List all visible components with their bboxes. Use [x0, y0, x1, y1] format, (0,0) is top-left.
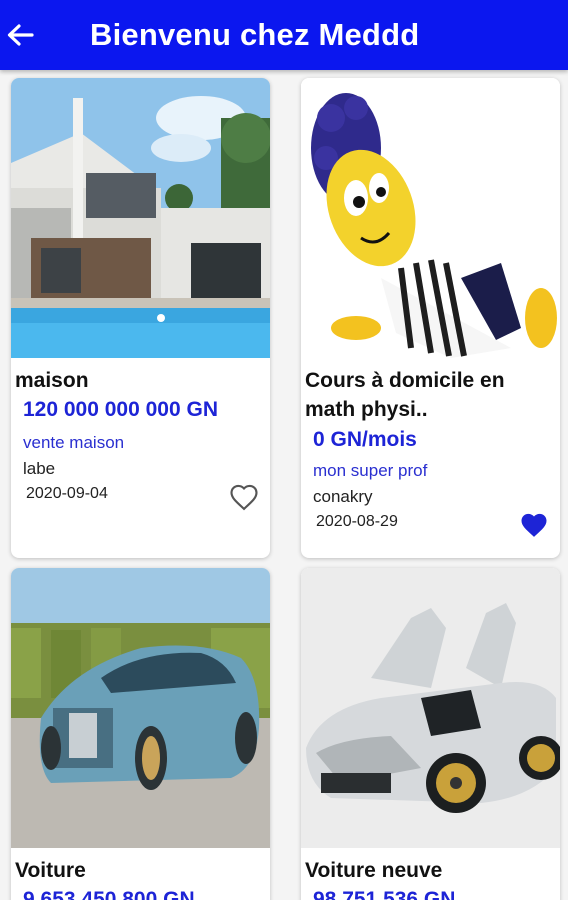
- listing-date: 2020-09-04: [26, 485, 108, 502]
- listing-image-house: [11, 78, 270, 358]
- listings-grid[interactable]: maison 120 000 000 000 GN vente maison l…: [0, 70, 568, 900]
- listing-location: conakry: [313, 487, 373, 506]
- listing-price: 98 751 536 GN: [313, 888, 456, 900]
- listing-title: Voiture: [15, 859, 86, 882]
- favorite-button[interactable]: [519, 511, 549, 539]
- listing-price: 9 653 450 800 GN: [23, 888, 195, 900]
- listing-title: maison: [15, 369, 89, 392]
- listing-date: 2020-08-29: [316, 513, 398, 530]
- listing-card[interactable]: Cours à domicile en math physi.. 0 GN/mo…: [301, 78, 560, 558]
- heart-filled-icon: [521, 513, 547, 537]
- app-bar: Bienvenu chez Meddd: [0, 0, 568, 70]
- listing-card[interactable]: Voiture neuve 98 751 536 GN: [301, 568, 560, 900]
- listing-image-concept-car: [11, 568, 270, 848]
- listing-card[interactable]: Voiture 9 653 450 800 GN: [11, 568, 270, 900]
- heart-outline-icon: [230, 484, 258, 511]
- listing-title: Voiture neuve: [305, 859, 443, 882]
- listing-category: mon super prof: [313, 461, 428, 480]
- arrow-back-icon: [7, 24, 34, 46]
- listing-card[interactable]: maison 120 000 000 000 GN vente maison l…: [11, 78, 270, 558]
- favorite-button[interactable]: [229, 483, 259, 511]
- back-button[interactable]: [2, 17, 38, 53]
- listing-category: vente maison: [23, 433, 125, 452]
- listing-image-cartoon: [301, 78, 560, 358]
- app-title: Bienvenu chez Meddd: [90, 17, 420, 52]
- listing-title: Cours à domicile en math physi..: [305, 369, 505, 421]
- listing-location: labe: [23, 459, 56, 478]
- listing-price: 120 000 000 000 GN: [23, 398, 218, 421]
- listing-image-sports-car: [301, 568, 560, 848]
- listing-price: 0 GN/mois: [313, 428, 417, 451]
